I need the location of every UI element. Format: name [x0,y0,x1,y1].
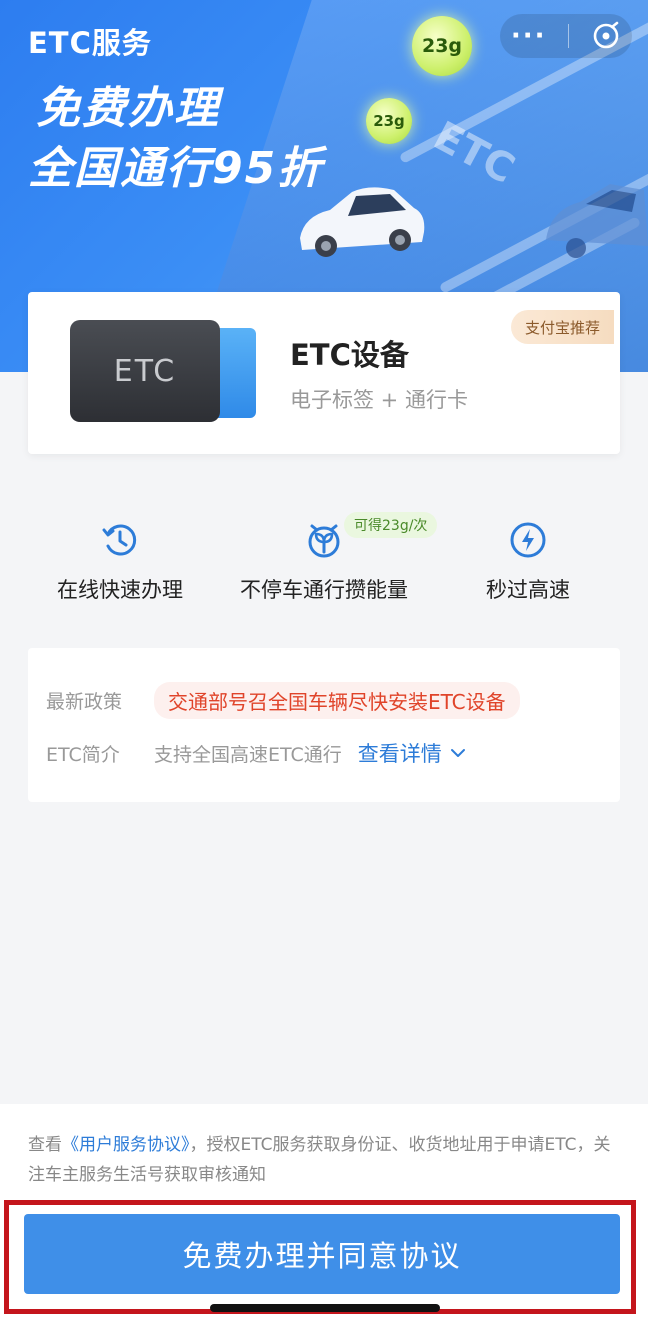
close-circle-icon[interactable] [591,21,621,51]
mini-program-capsule: ··· [500,14,632,58]
product-subtitle: 电子标签 + 通行卡 [290,388,468,412]
clock-icon [102,524,137,556]
capsule-divider [568,24,570,48]
feature-item-online: 在线快速办理 [10,508,230,604]
etc-device-image: ETC [70,320,220,422]
policy-card: 最新政策 交通部号召全国车辆尽快安装ETC设备 ETC简介 支持全国高速ETC通… [28,648,620,802]
apply-agree-button[interactable]: 免费办理并同意协议 [24,1214,620,1294]
bottom-action-sheet: 查看《用户服务协议》，授权ETC服务获取身份证、收货地址用于申请ETC，关注车主… [0,1104,648,1320]
view-details-label: 查看详情 [357,742,442,766]
car-illustration [300,187,425,257]
energy-ball-small[interactable]: 23g [366,98,412,144]
feature-label: 不停车通行攒能量 [240,578,408,602]
home-indicator [210,1304,440,1312]
lightning-icon [510,522,546,558]
feature-list: 在线快速办理 不停车通行攒能量 可得23g/次 秒过高速 [0,508,648,618]
energy-ball-big[interactable]: 23g [412,16,472,76]
more-dots-icon[interactable]: ··· [511,23,547,49]
hero-slogan-line1: 免费办理 [36,83,220,134]
sprout-icon [308,524,340,558]
user-agreement-link[interactable]: 《用户服务协议》 [62,1135,190,1155]
policy-row-latest: 最新政策 交通部号召全国车辆尽快安装ETC设备 [46,682,520,719]
policy-intro-key: ETC简介 [46,743,120,766]
product-name: ETC设备 [290,338,409,372]
page-title: ETC服务 [28,26,152,60]
hero-slogan-line2: 全国通行95折 [28,143,324,194]
agreement-prefix: 查看 [28,1135,62,1155]
product-card[interactable]: ETC ETC设备 电子标签 + 通行卡 支付宝推荐 [28,292,620,454]
feature-label: 秒过高速 [486,578,570,602]
agreement-text: 查看《用户服务协议》，授权ETC服务获取身份证、收货地址用于申请ETC，关注车主… [28,1130,620,1190]
policy-latest-value[interactable]: 交通部号召全国车辆尽快安装ETC设备 [154,682,520,719]
car-illustration-background [546,184,648,258]
feature-label: 在线快速办理 [57,578,183,602]
policy-intro-value: 支持全国高速ETC通行 [154,743,342,766]
chevron-down-icon [450,749,465,757]
policy-latest-key: 最新政策 [46,691,123,713]
feature-item-fast: 秒过高速 [418,508,638,604]
view-details-link[interactable]: 查看详情 [358,738,466,768]
policy-row-intro: ETC简介 支持全国高速ETC通行 查看详情 [46,738,466,768]
recommend-badge: 支付宝推荐 [510,310,614,344]
